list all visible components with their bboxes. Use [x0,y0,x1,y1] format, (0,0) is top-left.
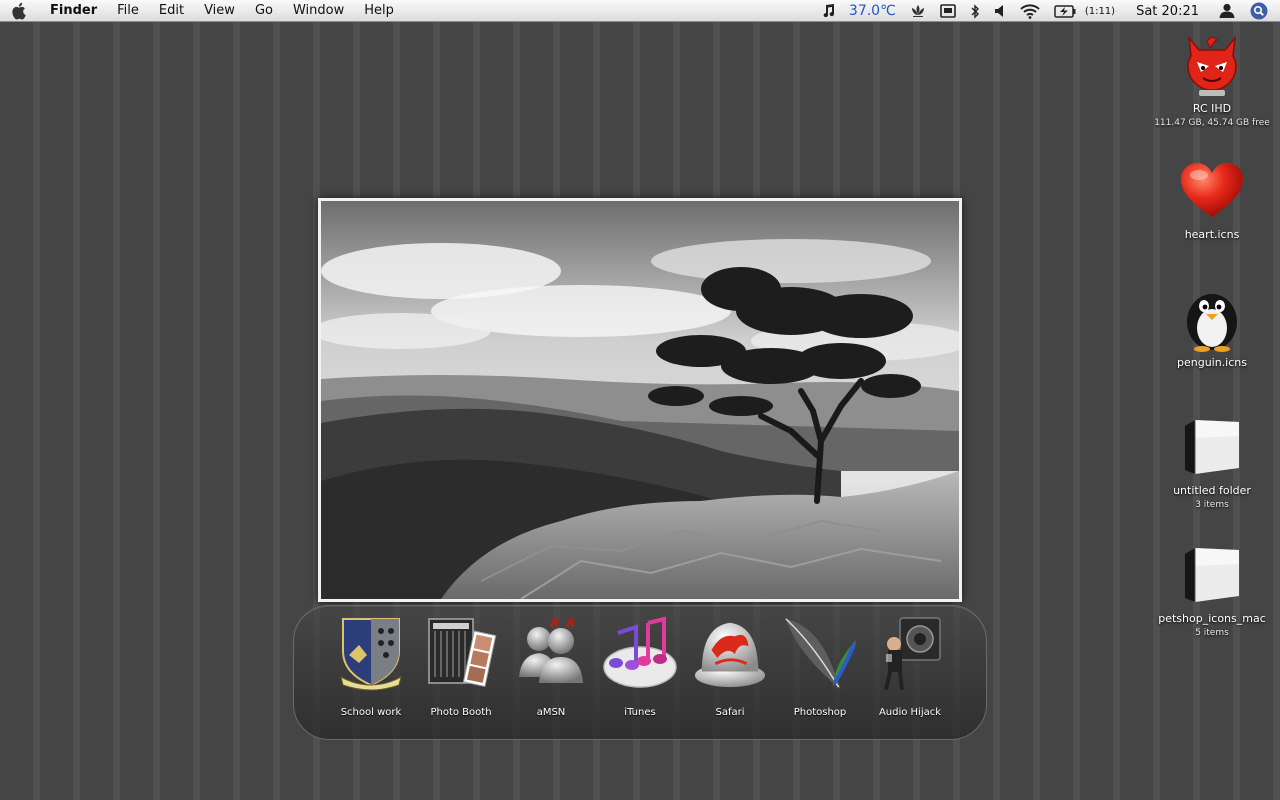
photo-booth-icon [423,614,499,692]
desktop-icon-label: heart.icns [1184,228,1240,241]
dock-item-label: Safari [715,707,745,718]
penguin-icon [1179,286,1245,352]
user-icon[interactable] [1211,0,1243,22]
desktop-icon-penguin[interactable]: penguin.icns [1142,286,1280,369]
music-note-icon[interactable] [814,0,842,22]
hard-drive-devil-icon [1179,32,1245,98]
desktop-icon-info: 3 items [1195,500,1229,510]
amsn-icon [513,614,589,692]
menu-app-finder[interactable]: Finder [40,0,107,22]
display-icon[interactable] [933,0,963,22]
bluetooth-icon[interactable] [963,0,987,22]
safari-icon [692,614,768,692]
menu-view[interactable]: View [194,0,245,22]
dock-item-label: Photoshop [793,707,847,718]
folder-icon [1179,414,1245,480]
menu-clock[interactable]: Sat 20:21 [1122,0,1211,22]
desktop-icon-label: untitled folder [1173,484,1251,497]
desktop-icon-info: 5 items [1195,628,1229,638]
dock-item-label: aMSN [536,707,566,718]
itunes-icon [602,614,678,692]
menu-edit[interactable]: Edit [149,0,194,22]
dock-item-audio-hijack[interactable]: Audio Hijack [865,614,955,718]
desktop-icon-untitled-folder[interactable]: untitled folder 3 items [1142,414,1280,510]
dock-item-photoshop[interactable]: Photoshop [775,614,865,718]
dock-item-label: School work [340,707,402,718]
audio-hijack-icon [872,614,948,692]
desktop-icon-info: 111.47 GB, 45.74 GB free [1154,118,1270,128]
desktop-icon-label: RC IHD [1192,102,1232,115]
menu-bar: Finder File Edit View Go Window Help 37.… [0,0,1280,22]
menu-file[interactable]: File [107,0,149,22]
menu-window[interactable]: Window [283,0,354,22]
dock-item-label: Photo Booth [430,707,492,718]
battery-icon[interactable] [1047,0,1083,22]
spotlight-icon[interactable] [1243,0,1280,22]
desktop-icon-label: penguin.icns [1176,356,1247,369]
folder-icon [1179,542,1245,608]
menu-help[interactable]: Help [354,0,404,22]
dock-item-school-work[interactable]: School work [326,614,416,718]
dock: School work Photo Booth aMSN iTunes Safa… [293,605,987,740]
dock-item-label: iTunes [624,707,656,718]
apple-menu[interactable] [0,2,40,20]
desktop-icon-rc-ihd[interactable]: RC IHD 111.47 GB, 45.74 GB free [1142,32,1280,128]
apple-icon [12,2,26,20]
wifi-icon[interactable] [1013,0,1047,22]
desktop-icon-heart[interactable]: heart.icns [1142,158,1280,241]
crest-icon [333,614,409,692]
dock-item-photo-booth[interactable]: Photo Booth [416,614,506,718]
dock-item-amsn[interactable]: aMSN [506,614,596,718]
landscape-photo [318,198,962,602]
dock-item-itunes[interactable]: iTunes [595,614,685,718]
dock-item-safari[interactable]: Safari [685,614,775,718]
volume-icon[interactable] [987,0,1013,22]
desktop-icon-petshop-folder[interactable]: petshop_icons_mac 5 items [1142,542,1280,638]
temperature-readout[interactable]: 37.0℃ [842,0,903,22]
desktop-icon-label: petshop_icons_mac [1158,612,1266,625]
heart-icon [1179,158,1245,224]
dock-item-label: Audio Hijack [878,707,942,718]
feather-icon [782,614,858,692]
lotus-icon[interactable] [903,0,933,22]
menu-go[interactable]: Go [245,0,283,22]
battery-time[interactable]: (1:11) [1083,0,1122,22]
